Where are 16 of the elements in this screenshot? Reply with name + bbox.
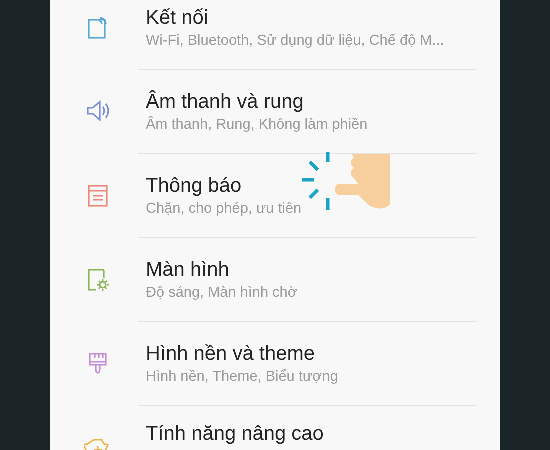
item-subtitle: Hình nền, Theme, Biểu tượng [146,368,340,386]
item-subtitle: Độ sáng, Màn hình chờ [146,284,298,302]
item-title: Thông báo [146,174,243,198]
settings-item[interactable]: Tính năng nâng cao [50,406,500,450]
item-title: Âm thanh và rung [146,90,305,114]
settings-item[interactable]: Hình nền và theme Hình nền, Theme, Biểu tượng [50,322,500,406]
item-title: Màn hình [146,258,230,282]
settings-item[interactable]: Màn hình Độ sáng, Màn hình chờ [50,238,500,322]
settings-item[interactable]: Kết nối Wi-Fi, Bluetooth, Sử dụng dữ liệu, Chế độ M... [50,0,500,70]
item-title: Hình nền và theme [146,342,316,366]
item-title: Kết nối [146,6,210,30]
item-subtitle: Chặn, cho phép, ưu tiên [146,200,303,218]
item-subtitle: Âm thanh, Rung, Không làm phiền [146,115,369,134]
settings-item[interactable]: Âm thanh và rung Âm thanh, Rung, Không làm phiền [50,70,500,154]
item-title: Tính năng nâng cao [146,422,325,446]
item-subtitle: Wi-Fi, Bluetooth, Sử dụng dữ liệu, Chế độ M... [146,32,446,50]
